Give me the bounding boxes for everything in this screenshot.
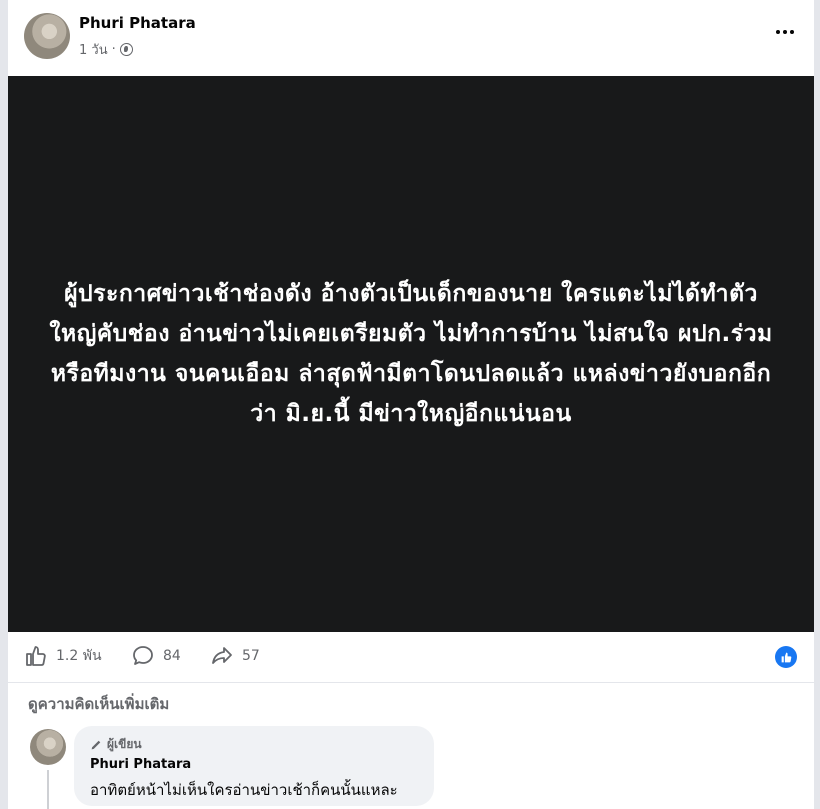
share-icon xyxy=(212,647,232,664)
share-button[interactable]: 57 xyxy=(210,644,260,668)
like-button[interactable]: 1.2 พัน xyxy=(24,644,102,668)
commenter-avatar[interactable] xyxy=(30,729,66,765)
author-badge: ผู้เขียน xyxy=(90,735,142,754)
author-avatar[interactable] xyxy=(24,13,70,59)
commenter-name[interactable]: Phuri Phatara xyxy=(90,757,191,772)
dot-icon xyxy=(790,30,794,34)
more-options-button[interactable] xyxy=(772,22,798,42)
pencil-icon xyxy=(91,740,101,750)
like-count: 1.2 พัน xyxy=(56,648,102,664)
comment-button[interactable]: 84 xyxy=(131,644,181,668)
like-reaction-icon[interactable] xyxy=(775,646,797,668)
share-count: 57 xyxy=(242,648,260,664)
post-image-text: ผู้ประกาศข่าวเช้าช่องดัง อ้างตัวเป็นเด็ก… xyxy=(49,281,773,427)
post-card: Phuri Phatara 1 วัน · ผู้ประกาศข่าวเช้าช… xyxy=(8,0,814,809)
author-badge-label: ผู้เขียน xyxy=(107,737,142,751)
comment-text: อาทิตย์หน้าไม่เห็นใครอ่านข่าวเช้าก็คนนั้… xyxy=(90,781,398,799)
thumbs-up-icon xyxy=(781,652,791,662)
globe-icon xyxy=(119,43,133,56)
post-image[interactable]: ผู้ประกาศข่าวเช้าช่องดัง อ้างตัวเป็นเด็ก… xyxy=(8,76,814,632)
divider xyxy=(8,682,814,683)
thread-line xyxy=(47,770,49,809)
view-more-comments-link[interactable]: ดูความคิดเห็นเพิ่มเติม xyxy=(28,692,169,716)
comment-bubble: ผู้เขียน Phuri Phatara อาทิตย์หน้าไม่เห็… xyxy=(74,726,434,806)
dot-icon xyxy=(776,30,780,34)
author-name[interactable]: Phuri Phatara xyxy=(79,14,196,32)
comment-icon xyxy=(133,646,153,665)
post-meta: 1 วัน · xyxy=(79,39,133,60)
comment-count: 84 xyxy=(163,648,181,664)
thumbs-up-icon xyxy=(26,646,46,666)
dot-icon xyxy=(783,30,787,34)
meta-separator: · xyxy=(111,42,116,57)
action-bar: 1.2 พัน 84 57 xyxy=(8,640,814,676)
post-time[interactable]: 1 วัน xyxy=(79,39,108,60)
post-header: Phuri Phatara 1 วัน · xyxy=(8,0,814,76)
